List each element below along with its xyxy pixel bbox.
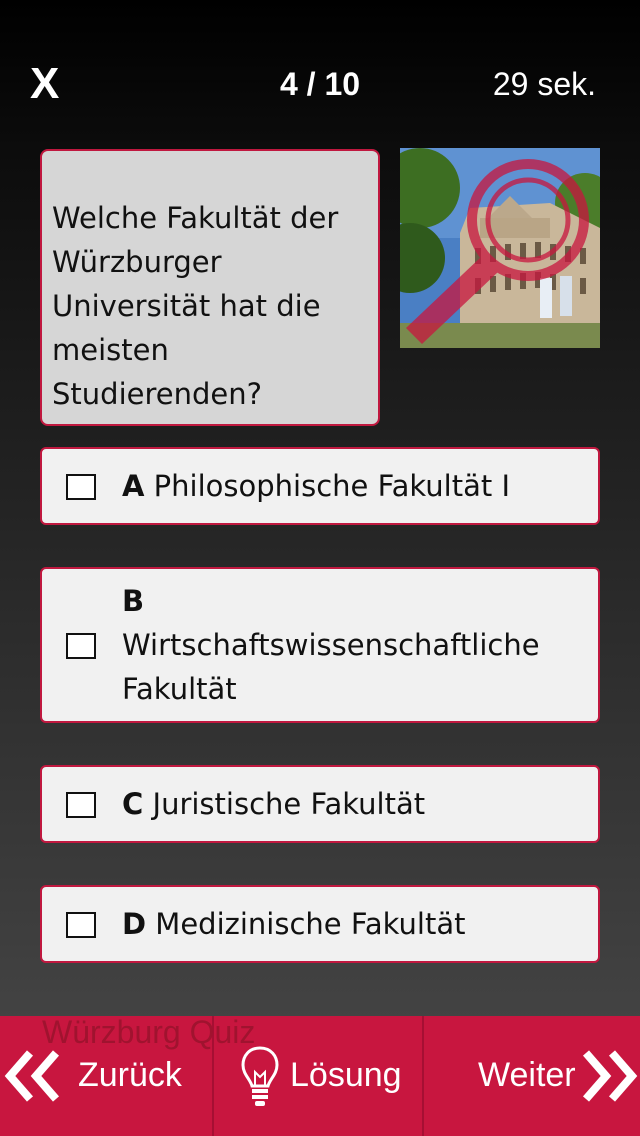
question-image	[400, 148, 600, 348]
answer-label: A Philosophische Fakultät I	[122, 464, 522, 508]
double-chevron-right-icon	[582, 1050, 638, 1102]
answer-checkbox[interactable]	[66, 792, 96, 818]
solution-label: Lösung	[290, 1056, 402, 1094]
answer-option-c[interactable]: C Juristische Fakultät	[40, 765, 600, 843]
answer-text: Wirtschaftswissenschaftliche Fakultät	[122, 628, 540, 706]
question-box: Welche Fakultät der Würzburger Universit…	[40, 149, 380, 426]
answer-checkbox[interactable]	[66, 912, 96, 938]
next-label: Weiter	[478, 1056, 576, 1094]
answer-text: Philosophische Fakultät I	[153, 469, 510, 503]
answer-option-b[interactable]: B Wirtschaftswissenschaftliche Fakultät	[40, 567, 600, 723]
question-text: Welche Fakultät der Würzburger Universit…	[52, 201, 339, 411]
answer-letter: C	[122, 787, 144, 821]
countdown-timer: 29 sek.	[492, 66, 596, 102]
answer-label: D Medizinische Fakultät	[122, 902, 477, 946]
answer-label: C Juristische Fakultät	[122, 782, 437, 826]
next-button[interactable]: Weiter	[424, 1016, 640, 1136]
answer-checkbox[interactable]	[66, 474, 96, 500]
question-progress: 4 / 10	[279, 66, 361, 102]
answer-letter: D	[122, 907, 147, 941]
answer-text: Juristische Fakultät	[152, 787, 426, 821]
double-chevron-left-icon	[4, 1050, 60, 1102]
answer-letter: B	[122, 584, 145, 618]
lightbulb-icon	[241, 1046, 279, 1106]
answer-label: B Wirtschaftswissenschaftliche Fakultät	[122, 579, 598, 711]
answer-option-a[interactable]: A Philosophische Fakultät I	[40, 447, 600, 525]
close-button[interactable]: X	[30, 58, 59, 110]
app-name-watermark: Würzburg Quiz	[42, 1014, 256, 1050]
answer-checkbox[interactable]	[66, 633, 96, 659]
back-label: Zurück	[78, 1056, 182, 1094]
university-building-image	[400, 148, 600, 348]
answer-option-d[interactable]: D Medizinische Fakultät	[40, 885, 600, 963]
answer-letter: A	[122, 469, 145, 503]
answer-text: Medizinische Fakultät	[155, 907, 466, 941]
